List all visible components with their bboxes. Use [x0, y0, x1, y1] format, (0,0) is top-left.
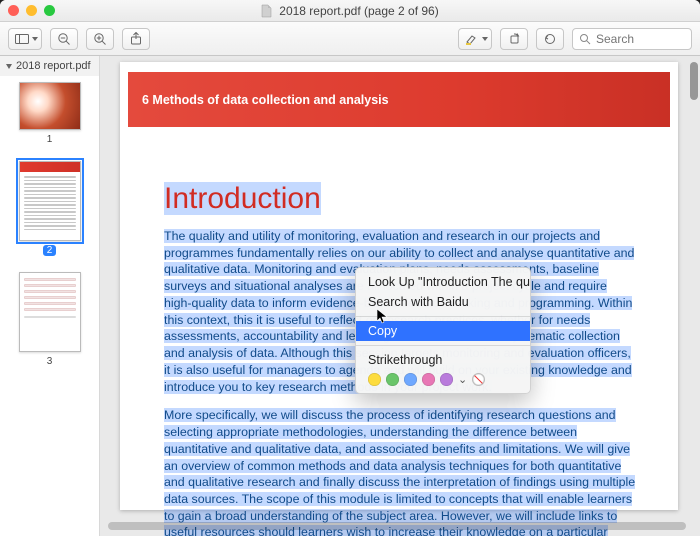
rotate-button[interactable] — [500, 28, 528, 50]
highlight-yellow-swatch[interactable] — [368, 373, 381, 386]
zoom-out-icon — [57, 32, 71, 46]
menu-separator — [356, 316, 530, 317]
markup-toolbar-button[interactable] — [536, 28, 564, 50]
window-title: 2018 report.pdf (page 2 of 96) — [279, 4, 438, 18]
thumbnail-item[interactable]: 1 — [19, 82, 81, 145]
menu-item-search-baidu[interactable]: Search with Baidu — [356, 292, 530, 312]
page-banner: 6 Methods of data collection and analysi… — [128, 72, 670, 127]
thumbnails-sidebar: 2018 report.pdf 1 2 — [0, 56, 100, 536]
highlight-button[interactable] — [458, 28, 492, 50]
menu-item-strikethrough[interactable]: Strikethrough — [356, 350, 530, 370]
chevron-down-icon — [482, 37, 488, 41]
thumbnail-page-preview — [19, 161, 81, 241]
thumbnail-item[interactable]: 2 — [19, 161, 81, 256]
view-mode-button[interactable] — [8, 28, 42, 50]
annotate-dropdown-glyph[interactable]: ⌄ — [458, 373, 467, 386]
scroll-thumb[interactable] — [690, 62, 698, 100]
close-window-button[interactable] — [8, 5, 19, 16]
disclosure-triangle-icon — [6, 64, 12, 69]
scroll-thumb[interactable] — [108, 522, 686, 530]
toolbar — [0, 22, 700, 56]
zoom-in-button[interactable] — [86, 28, 114, 50]
minimize-window-button[interactable] — [26, 5, 37, 16]
banner-text: 6 Methods of data collection and analysi… — [142, 93, 389, 107]
menu-separator — [356, 345, 530, 346]
share-button[interactable] — [122, 28, 150, 50]
highlight-purple-swatch[interactable] — [440, 373, 453, 386]
markup-icon — [543, 33, 557, 45]
thumbnail-list: 1 2 3 — [0, 76, 99, 536]
sidebar-document-header[interactable]: 2018 report.pdf — [0, 56, 99, 76]
search-field[interactable] — [572, 28, 692, 50]
app-window: 2018 report.pdf (page 2 of 96) — [0, 0, 700, 536]
thumbnail-page-preview — [19, 272, 81, 352]
menu-item-lookup[interactable]: Look Up "Introduction The quality..." — [356, 272, 530, 292]
thumbnail-item[interactable]: 3 — [19, 272, 81, 367]
document-heading: Introduction — [164, 182, 321, 215]
highlighter-icon — [465, 33, 479, 45]
sidebar-document-name: 2018 report.pdf — [16, 60, 91, 72]
horizontal-scrollbar[interactable] — [108, 522, 686, 530]
highlight-blue-swatch[interactable] — [404, 373, 417, 386]
rotate-icon — [508, 32, 521, 45]
menu-item-copy[interactable]: Copy — [356, 321, 530, 341]
title-bar: 2018 report.pdf (page 2 of 96) — [0, 0, 700, 22]
document-paragraph: More specifically, we will discuss the p… — [164, 408, 635, 536]
remove-highlight-swatch[interactable] — [472, 373, 485, 386]
document-proxy-icon — [261, 4, 273, 18]
vertical-scrollbar[interactable] — [690, 62, 698, 510]
document-viewer: 6 Methods of data collection and analysi… — [100, 56, 700, 536]
zoom-window-button[interactable] — [44, 5, 55, 16]
thumbnail-page-number: 1 — [47, 134, 53, 145]
search-icon — [579, 33, 591, 45]
zoom-in-icon — [93, 32, 107, 46]
highlight-pink-swatch[interactable] — [422, 373, 435, 386]
highlight-color-row: ⌄ — [356, 370, 530, 389]
content-area: 2018 report.pdf 1 2 — [0, 56, 700, 536]
thumbnail-page-preview — [19, 82, 81, 130]
thumbnail-page-number: 3 — [47, 356, 53, 367]
share-icon — [130, 32, 142, 45]
traffic-lights — [8, 5, 55, 16]
zoom-out-button[interactable] — [50, 28, 78, 50]
highlight-green-swatch[interactable] — [386, 373, 399, 386]
context-menu: Look Up "Introduction The quality..." Se… — [355, 267, 531, 394]
search-input[interactable] — [596, 32, 685, 46]
chevron-down-icon — [32, 37, 38, 41]
thumbnail-page-number: 2 — [43, 245, 57, 256]
sidebar-icon — [15, 34, 29, 44]
